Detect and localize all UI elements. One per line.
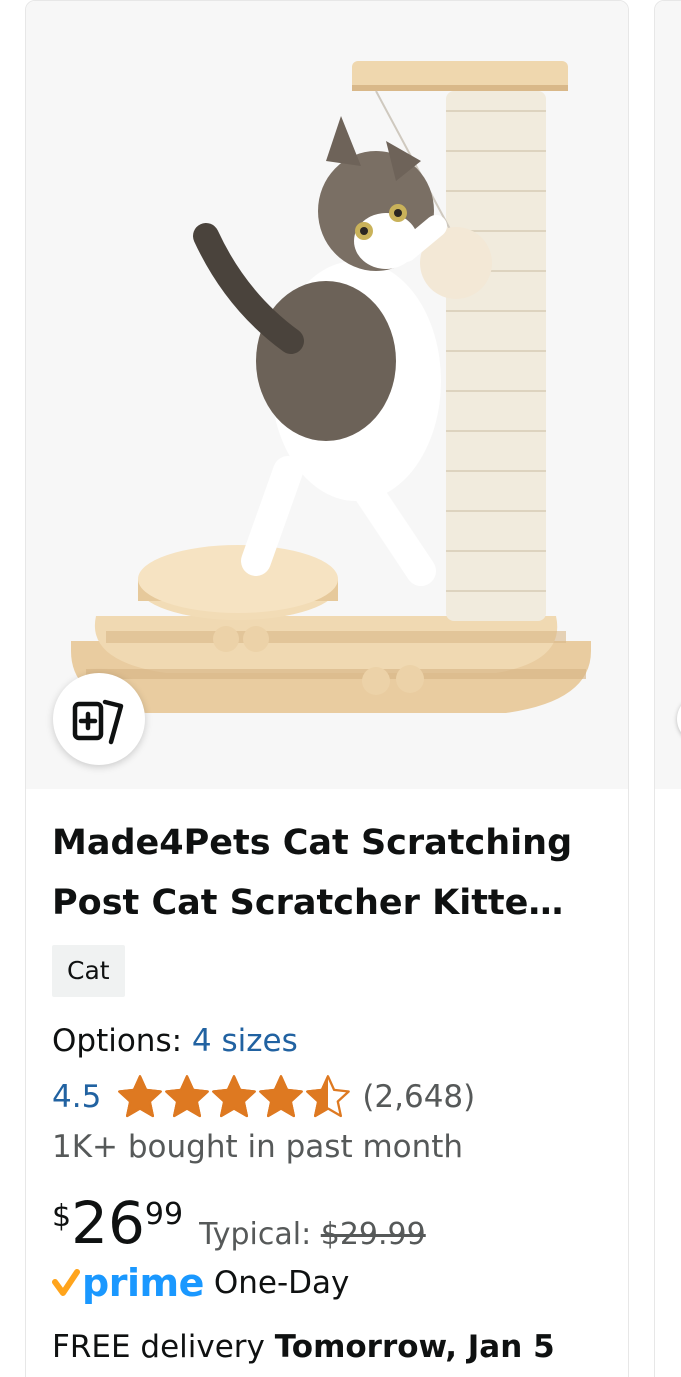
prime-row: prime One-Day — [52, 1257, 612, 1309]
star-icon — [212, 1075, 257, 1118]
typical-label: Typical: — [199, 1217, 312, 1252]
prime-check-icon — [52, 1269, 80, 1296]
prime-logo: prime — [52, 1261, 204, 1305]
search-results-viewport: Made4Pets Cat Scratching Post Cat Scratc… — [0, 0, 681, 1377]
options-link[interactable]: 4 sizes — [192, 1023, 298, 1059]
price-whole: 26 — [71, 1189, 145, 1257]
delivery-prefix: FREE delivery — [52, 1329, 265, 1365]
rating-value: 4.5 — [52, 1079, 102, 1115]
product-title[interactable]: Made4Pets Cat Scratching Post Cat Scratc… — [52, 813, 582, 933]
price-fraction: 99 — [144, 1197, 184, 1232]
product-details: Made4Pets Cat Scratching Post Cat Scratc… — [52, 813, 612, 1369]
prime-label: prime — [82, 1261, 204, 1305]
product-image[interactable] — [26, 1, 628, 789]
review-count[interactable]: (2,648) — [362, 1079, 475, 1115]
product-image-area[interactable] — [26, 1, 628, 789]
category-badge: Cat — [52, 945, 125, 997]
star-icon — [165, 1075, 210, 1118]
star-rating[interactable] — [117, 1074, 352, 1120]
prime-speed: One-Day — [213, 1265, 350, 1301]
purchase-volume: 1K+ bought in past month — [52, 1129, 464, 1165]
price-symbol: $ — [52, 1199, 72, 1234]
options-label: Options: — [52, 1023, 183, 1059]
star-icon — [306, 1075, 351, 1118]
compare-cards-icon — [72, 699, 124, 745]
delivery-date: Tomorrow, Jan 5 — [274, 1329, 555, 1365]
typical-price: Typical: $29.99 — [199, 1217, 426, 1252]
next-product-image[interactable] — [655, 1, 681, 789]
product-card[interactable]: Made4Pets Cat Scratching Post Cat Scratc… — [25, 0, 629, 1377]
star-icon — [259, 1075, 304, 1118]
rating-row[interactable]: 4.5 (2,648) — [52, 1069, 612, 1125]
options-row: Options: 4 sizes — [52, 1019, 612, 1063]
star-icon — [118, 1075, 163, 1118]
typical-price-value: $29.99 — [320, 1217, 426, 1252]
next-product-card[interactable] — [654, 0, 681, 1377]
price-row: $ 26 99 Typical: $29.99 — [52, 1193, 612, 1263]
compare-button[interactable] — [53, 673, 145, 765]
delivery-info: FREE delivery Tomorrow, Jan 5 — [52, 1325, 612, 1369]
